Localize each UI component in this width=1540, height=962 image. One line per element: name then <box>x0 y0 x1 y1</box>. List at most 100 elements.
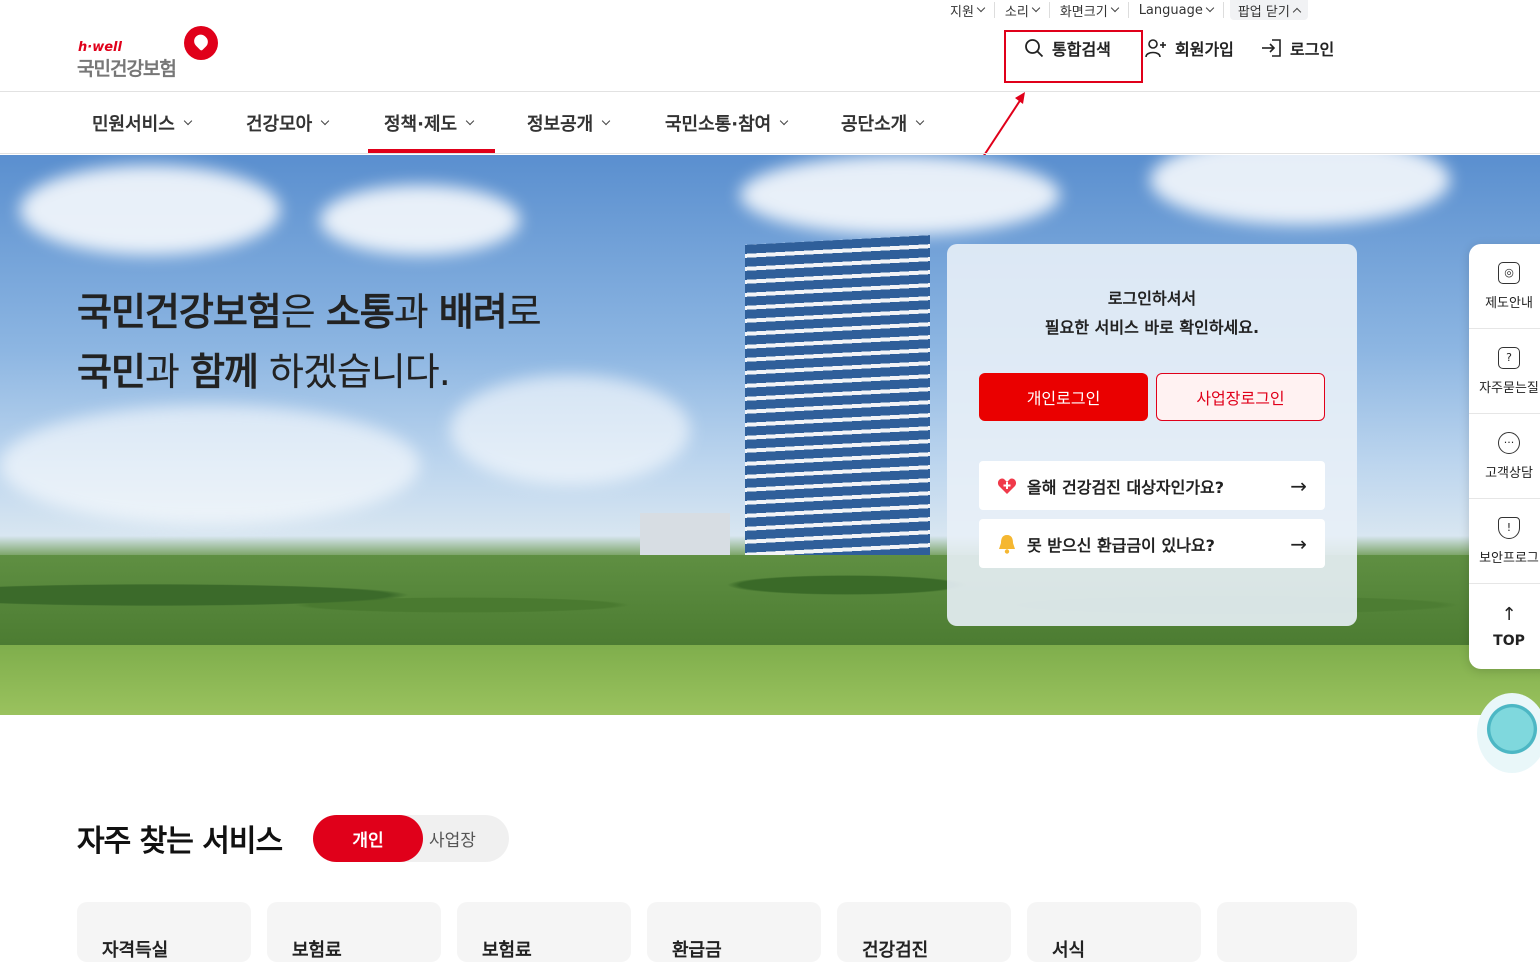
quick-item-consult[interactable]: ··· 고객상담 <box>1469 414 1540 499</box>
chevron-down-icon <box>1205 3 1215 13</box>
chevron-down-icon <box>1110 3 1119 13</box>
chatbot-icon[interactable] <box>1477 693 1540 773</box>
signup-button[interactable]: 회원가입 <box>1145 36 1234 60</box>
chat-icon: ··· <box>1498 431 1520 454</box>
nav-item-about[interactable]: 공단소개 <box>841 110 925 136</box>
login-label: 로그인 <box>1290 40 1335 59</box>
nav-item-civil-service[interactable]: 민원서비스 <box>92 110 193 136</box>
search-highlight-box <box>1004 30 1143 83</box>
health-checkup-link[interactable]: 올해 건강검진 대상자인가요? → <box>979 461 1325 510</box>
utility-language[interactable]: Language <box>1129 2 1224 18</box>
shield-icon: ! <box>1498 516 1520 539</box>
utility-sound-label: 소리 <box>1004 4 1029 20</box>
chevron-down-icon <box>183 116 193 126</box>
nav-label: 정보공개 <box>527 114 594 135</box>
utility-bar: 지원 소리 화면크기 Language 팝업 닫기 <box>940 0 1308 20</box>
hero-headline: 국민건강보험은 소통과 배려로 국민과 함께 하겠습니다. <box>77 282 542 402</box>
hero-word: 과 <box>393 290 439 334</box>
quick-label: TOP <box>1493 633 1525 649</box>
utility-screen-size-label: 화면크기 <box>1059 4 1108 20</box>
refund-link[interactable]: 못 받으신 환급금이 있나요? → <box>979 519 1325 568</box>
personal-login-button[interactable]: 개인로그인 <box>979 373 1148 421</box>
service-card[interactable]: 보험료 <box>457 902 631 962</box>
service-type-toggle: 개인 사업장 <box>313 815 509 862</box>
folder-search-icon: ? <box>1498 346 1520 369</box>
quick-item-faq[interactable]: ? 자주묻는질 <box>1469 329 1540 414</box>
quick-item-security[interactable]: ! 보안프로그 <box>1469 499 1540 584</box>
heart-logo-icon <box>184 26 218 60</box>
hero-word: 하겠습니다. <box>257 350 451 394</box>
add-user-icon <box>1145 39 1166 58</box>
service-card[interactable]: 환급금 <box>647 902 821 962</box>
hero-line-1: 국민건강보험은 소통과 배려로 <box>77 282 542 342</box>
business-login-button[interactable]: 사업장로그인 <box>1156 373 1325 421</box>
login-message: 로그인하셔서 필요한 서비스 바로 확인하세요. <box>947 284 1357 342</box>
quick-label: 고객상담 <box>1485 465 1533 481</box>
signup-label: 회원가입 <box>1175 40 1234 59</box>
utility-support-label: 지원 <box>950 4 974 20</box>
service-card[interactable]: 자격득실 <box>77 902 251 962</box>
nav-item-health-moa[interactable]: 건강모아 <box>246 110 330 136</box>
chevron-down-icon <box>779 116 789 126</box>
quick-item-policy-guide[interactable]: ◎ 제도안내 <box>1469 244 1540 329</box>
chevron-down-icon <box>321 116 330 126</box>
utility-sound[interactable]: 소리 <box>995 2 1050 20</box>
nav-active-indicator <box>368 149 495 153</box>
hero-word: 과 <box>144 350 190 394</box>
heart-plus-icon <box>997 476 1017 496</box>
service-card[interactable]: 보험료 <box>267 902 441 962</box>
cloud <box>320 185 520 255</box>
hero-word: 함께 <box>189 350 259 394</box>
chevron-up-icon <box>1292 7 1302 16</box>
hero-word: 국민 <box>77 350 146 394</box>
nav-item-participation[interactable]: 국민소통·참여 <box>665 110 789 136</box>
nav-label: 국민소통·참여 <box>665 114 772 135</box>
login-card: 로그인하셔서 필요한 서비스 바로 확인하세요. 개인로그인 사업장로그인 올해… <box>947 244 1357 626</box>
login-button[interactable]: 로그인 <box>1260 36 1334 60</box>
nav-label: 공단소개 <box>841 114 908 135</box>
main-navigation: 민원서비스 건강모아 정책·제도 정보공개 국민소통·참여 공단소개 <box>0 92 1540 154</box>
chevron-down-icon <box>602 116 611 126</box>
chevron-down-icon <box>976 3 986 13</box>
arrow-right-icon: → <box>1290 473 1307 498</box>
bell-icon <box>997 534 1017 554</box>
hero-word: 배려 <box>438 290 508 334</box>
utility-support[interactable]: 지원 <box>940 2 995 20</box>
service-card[interactable] <box>1217 902 1357 962</box>
hero-word: 국민건강보험 <box>77 290 282 334</box>
popup-close-label: 팝업 닫기 <box>1237 4 1290 20</box>
cloud <box>1150 155 1450 225</box>
tab-personal[interactable]: 개인 <box>313 815 423 862</box>
nav-item-info-disclosure[interactable]: 정보공개 <box>527 110 611 136</box>
utility-screen-size[interactable]: 화면크기 <box>1050 2 1129 20</box>
arrow-up-icon: ↑ <box>1501 604 1517 625</box>
hero-word: 은 <box>280 290 326 334</box>
chevron-down-icon <box>1031 3 1041 13</box>
document-icon: ◎ <box>1498 261 1520 284</box>
hero-word: 소통 <box>325 290 395 334</box>
chevron-down-icon <box>916 116 925 126</box>
lawn <box>0 645 1540 715</box>
nav-item-policy[interactable]: 정책·제도 <box>384 110 475 136</box>
hero-line-2: 국민과 함께 하겠습니다. <box>77 342 541 402</box>
quick-label: 자주묻는질 <box>1479 380 1539 396</box>
health-checkup-label: 올해 건강검진 대상자인가요? <box>1027 477 1225 497</box>
popup-close-button[interactable]: 팝업 닫기 <box>1229 0 1308 20</box>
nav-label: 건강모아 <box>246 114 313 135</box>
logo-tagline: h·well <box>78 40 122 55</box>
quick-label: 제도안내 <box>1485 295 1533 311</box>
chevron-down-icon <box>465 116 475 126</box>
cloud <box>740 155 1060 235</box>
tab-business[interactable]: 사업장 <box>423 815 509 862</box>
site-logo[interactable]: h·well 국민건강보험 <box>77 26 228 80</box>
utility-language-label: Language <box>1138 2 1203 18</box>
hero-word: 로 <box>506 290 542 334</box>
quick-label: 보안프로그 <box>1479 550 1539 566</box>
arrow-right-icon: → <box>1290 531 1307 556</box>
nav-label: 정책·제도 <box>384 114 458 135</box>
service-card[interactable]: 서식 <box>1027 902 1201 962</box>
nav-label: 민원서비스 <box>92 114 175 135</box>
login-icon <box>1262 39 1281 57</box>
quick-item-top[interactable]: ↑ TOP <box>1469 584 1540 669</box>
service-card[interactable]: 건강검진 <box>837 902 1011 962</box>
